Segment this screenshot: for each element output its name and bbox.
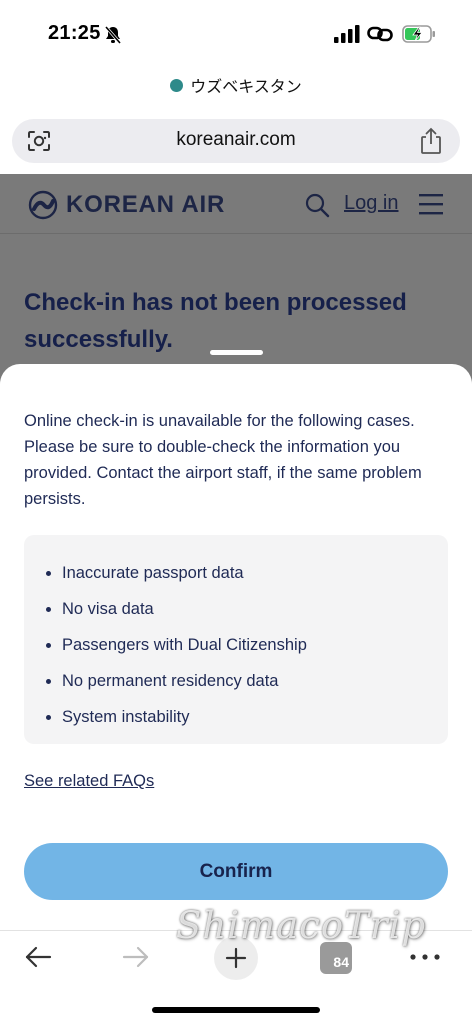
search-icon[interactable] (304, 192, 330, 218)
home-indicator[interactable] (152, 1007, 320, 1013)
personal-hotspot-icon (367, 26, 393, 42)
reason-label: Inaccurate passport data (62, 563, 244, 582)
bell-off-icon (104, 26, 122, 44)
watermark-logo: ShimacoTrip (176, 904, 427, 947)
site-header: KOREAN AIR Log in (0, 174, 472, 234)
url-text: koreanair.com (176, 129, 296, 150)
list-item: System instability (46, 699, 448, 735)
reason-label: No visa data (62, 599, 154, 618)
bullet-icon (46, 678, 51, 684)
brand-name: KOREAN AIR (66, 191, 226, 218)
bottom-sheet: Online check-in is unavailable for the f… (0, 364, 472, 934)
site-indicator-dot (170, 78, 184, 92)
reason-label: Passengers with Dual Citizenship (62, 635, 307, 654)
reason-label: No permanent residency data (62, 671, 279, 690)
site-label: ウズベキスタン (0, 72, 472, 98)
confirm-button[interactable]: Confirm (24, 843, 448, 900)
bullet-icon (46, 570, 51, 576)
list-item: No permanent residency data (46, 663, 448, 699)
more-options-icon[interactable] (408, 945, 442, 969)
bullet-icon (46, 642, 51, 648)
bullet-icon (46, 606, 51, 612)
sheet-grab-handle[interactable] (210, 350, 263, 355)
login-link[interactable]: Log in (344, 192, 399, 215)
related-faqs-link[interactable]: See related FAQs (24, 772, 154, 791)
address-bar[interactable]: koreanair.com (12, 119, 460, 163)
korean-air-logo-icon (28, 190, 58, 220)
cellular-signal-icon (334, 25, 360, 43)
site-name: ウズベキスタン (190, 79, 302, 96)
list-item: No visa data (46, 591, 448, 627)
hamburger-menu-icon[interactable] (419, 193, 443, 215)
page-title: Check-in has not been processed successf… (24, 289, 407, 353)
status-time: 21:25 (48, 22, 101, 44)
list-item: Passengers with Dual Citizenship (46, 627, 448, 663)
list-item: Inaccurate passport data (46, 555, 448, 591)
back-arrow-icon[interactable] (24, 945, 52, 969)
battery-charging-icon (402, 25, 435, 43)
reason-label: System instability (62, 707, 190, 726)
share-icon[interactable] (418, 127, 444, 155)
status-bar: 21:25 (0, 0, 472, 70)
forward-arrow-icon[interactable] (122, 945, 150, 969)
sheet-message: Online check-in is unavailable for the f… (24, 412, 422, 508)
reasons-list: Inaccurate passport data No visa data Pa… (24, 535, 448, 744)
bullet-icon (46, 714, 51, 720)
